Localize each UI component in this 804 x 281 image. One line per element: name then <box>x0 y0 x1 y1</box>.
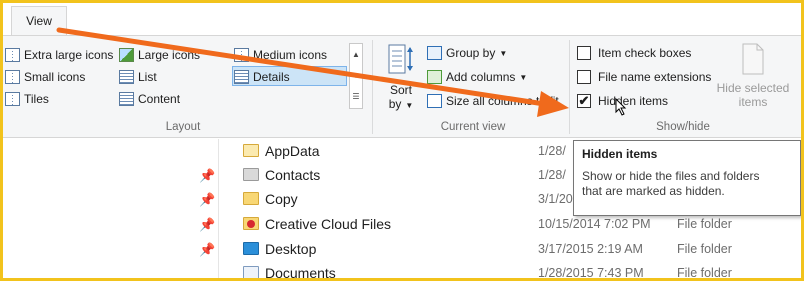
documents-folder-icon <box>243 266 259 278</box>
expand-gallery-icon[interactable]: ☰ <box>350 86 362 107</box>
layout-item-label: Content <box>138 92 181 106</box>
layout-item-label: Extra large icons <box>24 48 114 62</box>
chevron-down-icon: ▼ <box>499 48 508 58</box>
group-label-layout: Layout <box>165 121 201 133</box>
file-name: Desktop <box>265 241 317 257</box>
creative-cloud-badge-icon <box>247 220 255 228</box>
hide-selected-items-button[interactable]: Hide selected items <box>713 43 793 117</box>
desktop-folder-icon <box>243 242 259 255</box>
group-separator <box>372 40 373 134</box>
sort-by-label-line1: Sort <box>389 83 412 97</box>
layout-tiles[interactable]: Tiles <box>5 89 49 109</box>
large-icons-icon <box>119 48 134 62</box>
file-name: Documents <box>265 265 336 281</box>
add-columns-label: Add columns <box>446 70 516 84</box>
layout-gallery-scroll[interactable]: ▲ ▼ ☰ <box>349 43 363 109</box>
layout-item-label: List <box>138 70 157 84</box>
file-name-extensions-toggle[interactable]: File name extensions <box>577 67 711 87</box>
layout-details[interactable]: Details <box>234 67 290 87</box>
chevron-down-icon: ▼ <box>519 72 528 82</box>
layout-extra-large-icons[interactable]: Extra large icons <box>5 45 113 65</box>
tooltip-description: Show or hide the files and folders that … <box>582 169 760 198</box>
file-type: File folder <box>677 266 732 280</box>
file-row[interactable]: Documents 1/28/2015 7:43 PM File folder <box>3 262 801 281</box>
layout-medium-icons[interactable]: Medium icons <box>234 45 327 65</box>
group-separator <box>569 40 570 134</box>
sort-by-icon <box>388 44 413 74</box>
chevron-up-icon[interactable]: ▲ <box>350 44 362 65</box>
layout-item-label: Details <box>253 70 290 84</box>
group-label-show-hide: Show/hide <box>656 121 710 133</box>
layout-item-label: Tiles <box>24 92 49 106</box>
chevron-down-icon: ▼ <box>405 101 414 110</box>
size-all-columns-label: Size all columns to fit <box>446 94 559 108</box>
file-row[interactable]: 📌 Creative Cloud Files 10/15/2014 7:02 P… <box>3 213 801 237</box>
item-check-boxes-toggle[interactable]: Item check boxes <box>577 43 691 63</box>
small-icons-icon <box>5 70 20 84</box>
layout-list[interactable]: List <box>119 67 157 87</box>
file-name: Contacts <box>265 167 321 183</box>
file-name-extensions-label: File name extensions <box>598 70 712 84</box>
file-name: Creative Cloud Files <box>265 216 392 232</box>
file-type: File folder <box>677 217 732 231</box>
hide-selected-label-line1: Hide selected <box>716 81 790 95</box>
extra-large-icons-icon <box>5 48 20 62</box>
screenshot-frame: View Extra large icons Large icons Mediu… <box>0 0 804 281</box>
layout-content[interactable]: Content <box>119 89 180 109</box>
size-all-columns-button[interactable]: Size all columns to fit <box>427 91 559 111</box>
file-date: 3/1/20 <box>538 192 573 206</box>
chevron-down-icon[interactable]: ▼ <box>350 65 362 86</box>
tiles-icon <box>5 92 20 106</box>
pin-icon[interactable]: 📌 <box>199 168 215 184</box>
pin-icon[interactable]: 📌 <box>199 217 215 233</box>
file-row[interactable]: 📌 Desktop 3/17/2015 2:19 AM File folder <box>3 238 801 262</box>
list-icon <box>119 70 134 84</box>
sort-by-button[interactable]: Sort by ▼ <box>384 44 418 116</box>
item-check-boxes-checkbox[interactable] <box>577 46 591 60</box>
file-date: 1/28/ <box>538 168 566 182</box>
group-by-icon <box>427 46 442 60</box>
sort-by-label-line2: by <box>388 97 402 111</box>
folder-icon <box>243 144 259 157</box>
size-columns-icon <box>427 94 442 108</box>
file-date: 1/28/2015 7:43 PM <box>538 266 644 280</box>
hidden-items-checkbox[interactable]: ✔ <box>577 94 591 108</box>
content-icon <box>119 92 134 106</box>
file-name: AppData <box>265 143 320 159</box>
contacts-folder-icon <box>243 168 259 181</box>
pin-icon[interactable]: 📌 <box>199 242 215 258</box>
layout-item-label: Medium icons <box>253 48 328 62</box>
layout-item-label: Small icons <box>24 70 86 84</box>
hide-selected-icon <box>742 43 764 75</box>
layout-item-label: Large icons <box>138 48 201 62</box>
ribbon-tab-strip: View <box>3 3 801 36</box>
group-by-label: Group by <box>446 46 496 60</box>
file-name: Copy <box>265 191 298 207</box>
details-icon <box>234 70 249 84</box>
file-name-extensions-checkbox[interactable] <box>577 70 591 84</box>
add-columns-icon <box>427 70 442 84</box>
tooltip-title: Hidden items <box>582 147 658 161</box>
mouse-cursor-icon <box>615 98 627 116</box>
ribbon: Extra large icons Large icons Medium ico… <box>3 35 801 138</box>
tab-view[interactable]: View <box>11 6 67 36</box>
folder-icon <box>243 192 259 205</box>
file-date: 1/28/ <box>538 144 566 158</box>
medium-icons-icon <box>234 48 249 62</box>
file-date: 3/17/2015 2:19 AM <box>538 242 643 256</box>
file-type: File folder <box>677 242 732 256</box>
hidden-items-tooltip: Hidden items Show or hide the files and … <box>573 140 801 216</box>
hidden-items-label: Hidden items <box>598 94 669 108</box>
item-check-boxes-label: Item check boxes <box>598 46 692 60</box>
layout-large-icons[interactable]: Large icons <box>119 45 200 65</box>
group-by-button[interactable]: Group by ▼ <box>427 43 507 63</box>
pin-icon[interactable]: 📌 <box>199 192 215 208</box>
creative-cloud-folder-icon <box>243 217 259 230</box>
add-columns-button[interactable]: Add columns ▼ <box>427 67 527 87</box>
layout-small-icons[interactable]: Small icons <box>5 67 85 87</box>
file-date: 10/15/2014 7:02 PM <box>538 217 651 231</box>
group-label-current-view: Current view <box>440 121 506 133</box>
hide-selected-label-line2: items <box>738 95 768 109</box>
